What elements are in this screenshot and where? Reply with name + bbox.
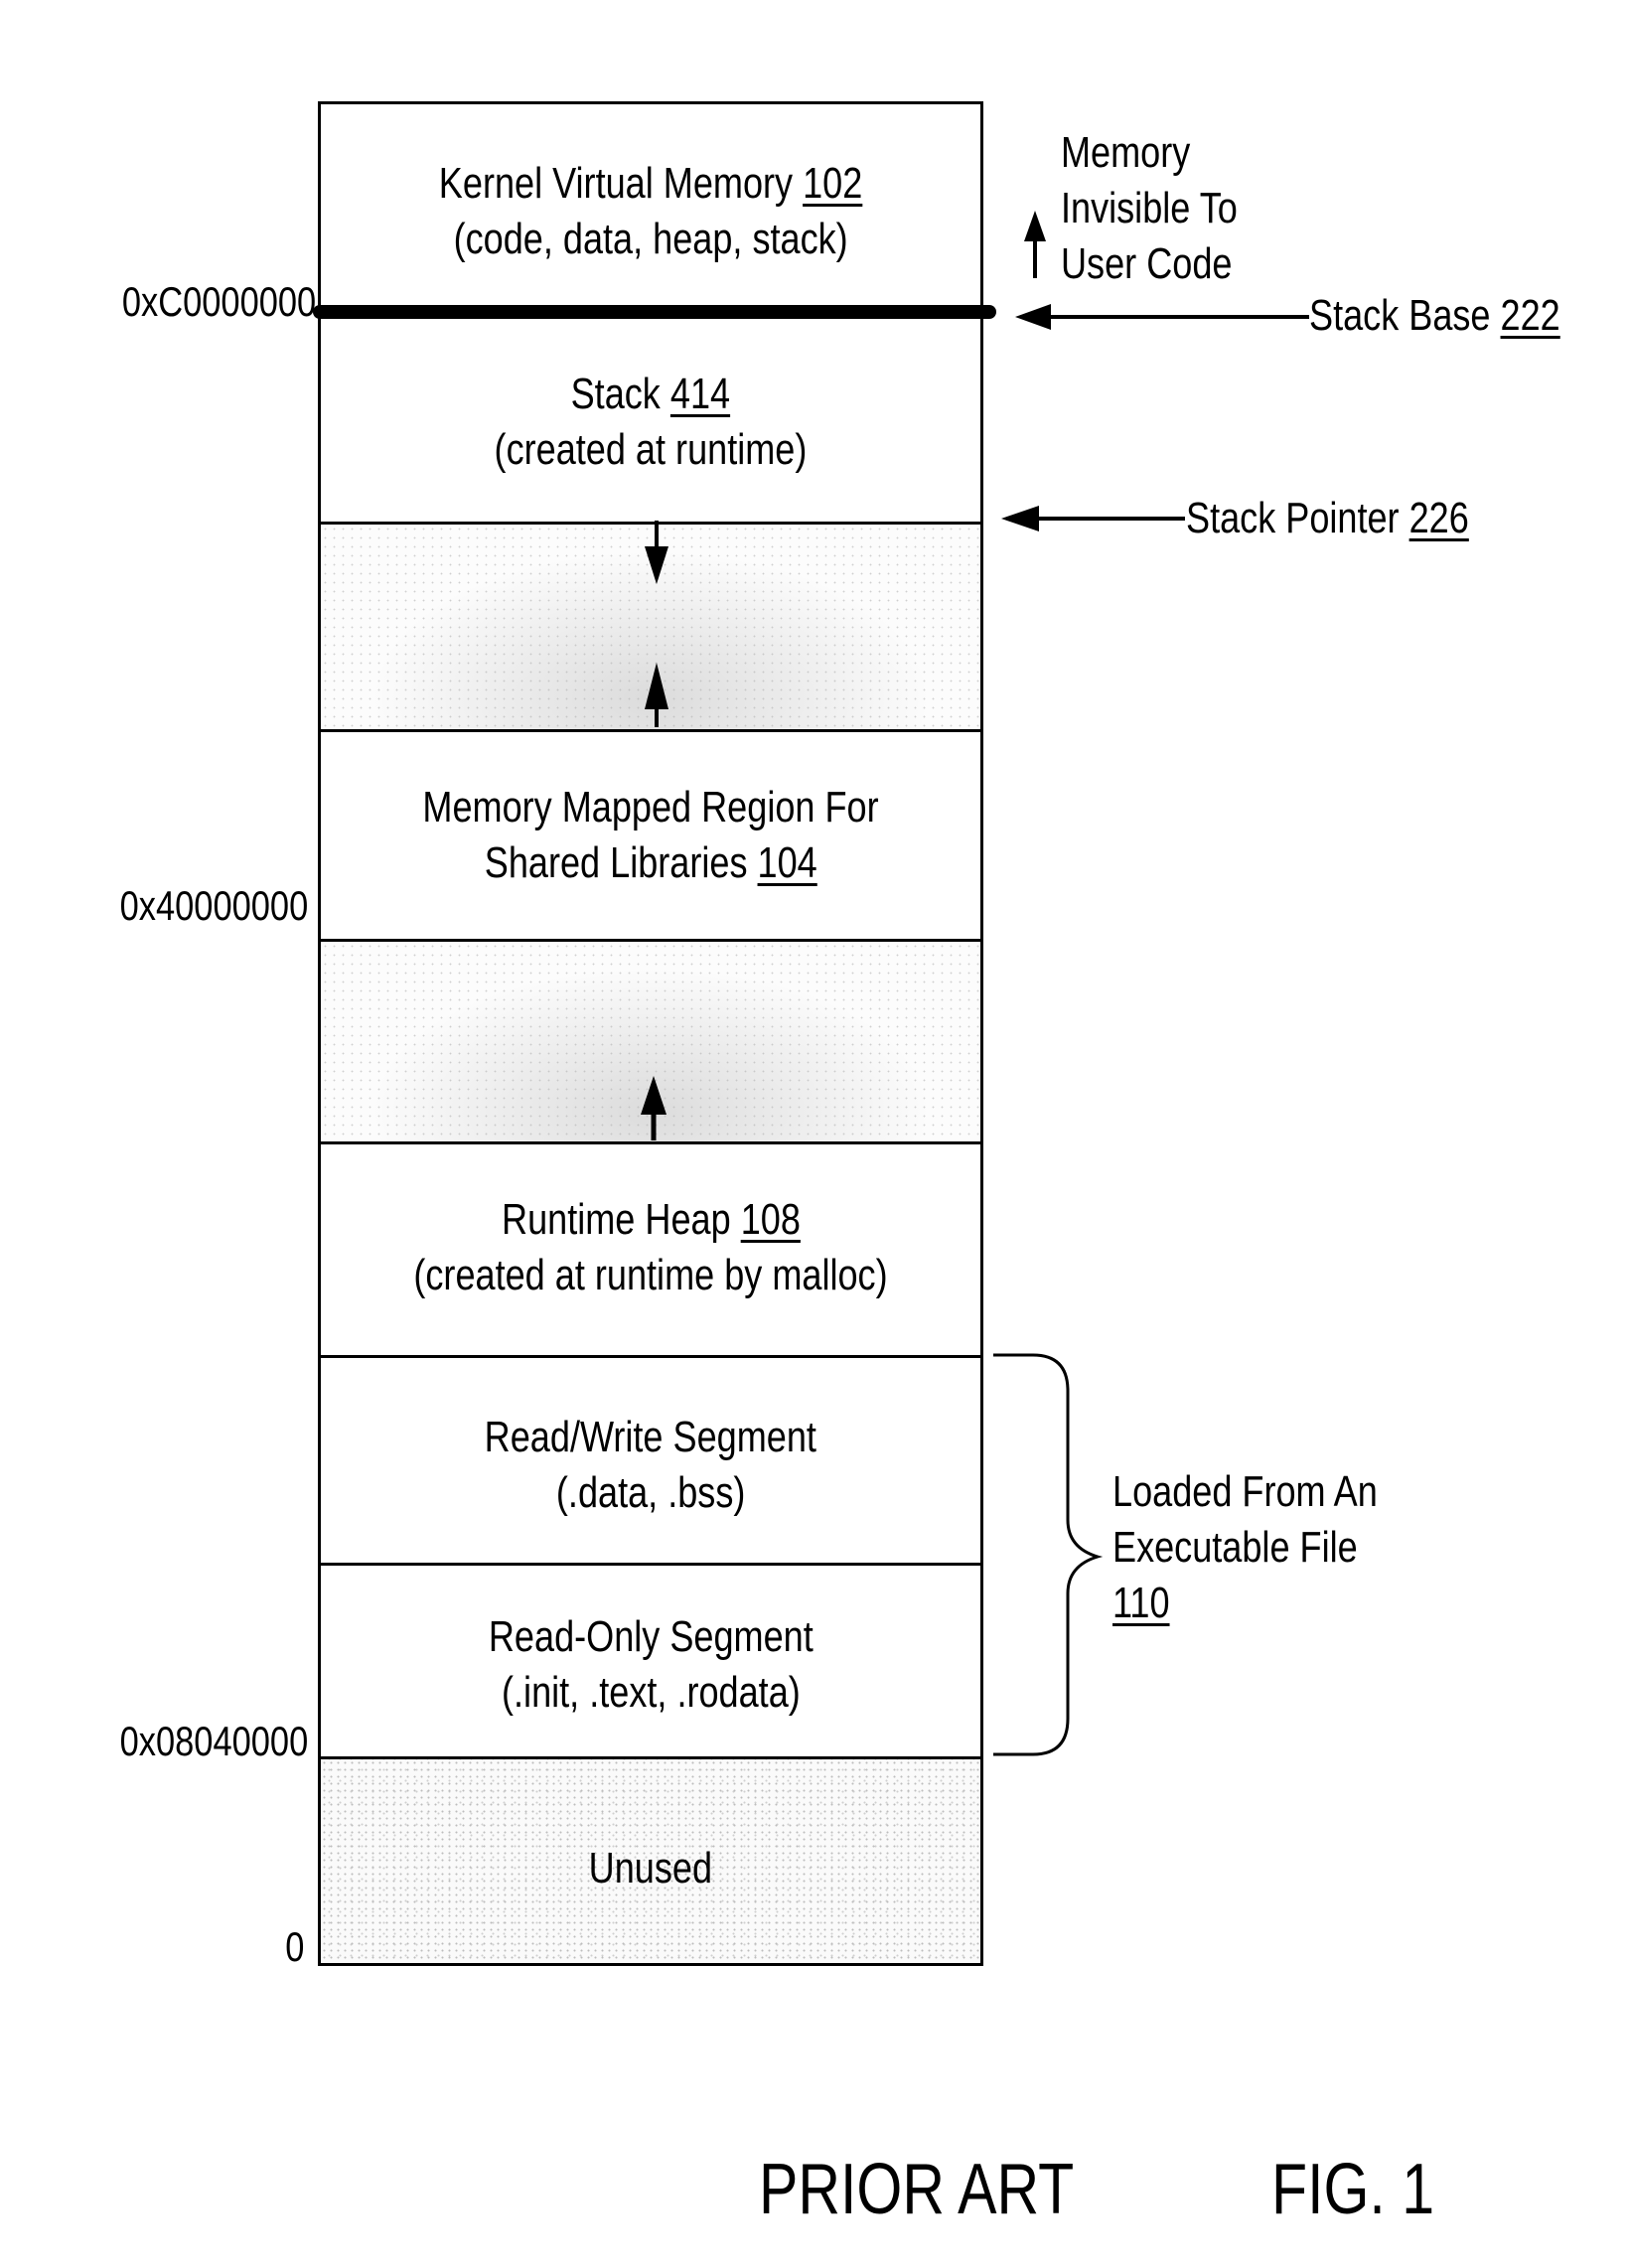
invisible-memory-label: Memory Invisible To User Code xyxy=(1061,128,1238,288)
address-label-08040000: 0x08040000 xyxy=(119,1718,308,1764)
segment-title: Memory Mapped Region For xyxy=(422,783,879,832)
prior-art-label: PRIOR ART xyxy=(759,2150,1075,2229)
segment-kernel-virtual-memory: Kernel Virtual Memory 102 (code, data, h… xyxy=(321,104,980,313)
segment-memory-mapped-region: Memory Mapped Region For Shared Librarie… xyxy=(321,732,980,939)
segment-subtitle: (.init, .text, .rodata) xyxy=(501,1668,801,1717)
address-label-zero: 0 xyxy=(284,1923,304,1970)
segment-unused: Unused xyxy=(321,1759,980,1963)
segment-title: Read/Write Segment xyxy=(484,1413,817,1461)
executable-file-brace-icon xyxy=(993,1353,1104,1756)
segment-subtitle: (created at runtime) xyxy=(494,425,808,474)
segment-subtitle: (created at runtime by malloc) xyxy=(413,1251,888,1299)
stack-pointer-label: Stack Pointer 226 xyxy=(1186,494,1469,542)
segment-subtitle: (.data, .bss) xyxy=(555,1468,746,1517)
figure-number-label: FIG. 1 xyxy=(1271,2150,1435,2229)
segment-stack-growth-gap xyxy=(321,525,980,729)
segment-read-write: Read/Write Segment (.data, .bss) xyxy=(321,1358,980,1563)
segment-stack: Stack 414 (created at runtime) xyxy=(321,319,980,524)
stack-pointer-arrow-icon xyxy=(1001,506,1185,531)
reference-numeral: 222 xyxy=(1500,291,1560,340)
address-label-40000000: 0x40000000 xyxy=(119,882,308,929)
reference-numeral: 414 xyxy=(670,370,731,418)
segment-title: Runtime Heap xyxy=(501,1195,731,1244)
executable-file-label: Loaded From An Executable File 110 xyxy=(1112,1464,1435,1631)
reference-numeral: 102 xyxy=(803,159,863,208)
invisible-memory-up-arrow-icon xyxy=(1024,211,1046,278)
segment-runtime-heap: Runtime Heap 108 (created at runtime by … xyxy=(321,1144,980,1355)
segment-read-only: Read-Only Segment (.init, .text, .rodata… xyxy=(321,1566,980,1756)
segment-title: Kernel Virtual Memory xyxy=(438,159,794,208)
reference-numeral: 226 xyxy=(1408,494,1469,542)
segment-heap-growth-gap xyxy=(321,942,980,1141)
address-label-c0000000: 0xC0000000 xyxy=(121,278,316,325)
reference-numeral: 104 xyxy=(757,838,817,887)
reference-numeral: 110 xyxy=(1112,1579,1170,1627)
segment-title: Read-Only Segment xyxy=(488,1612,814,1661)
memory-map: Kernel Virtual Memory 102 (code, data, h… xyxy=(318,101,983,1966)
stack-base-arrow-icon xyxy=(1015,304,1309,330)
segment-title: Stack xyxy=(570,370,661,418)
segment-title: Unused xyxy=(588,1844,713,1892)
segment-subtitle: Shared Libraries xyxy=(484,838,748,887)
stack-base-label: Stack Base 222 xyxy=(1309,291,1560,340)
segment-subtitle: (code, data, heap, stack) xyxy=(453,215,848,263)
reference-numeral: 108 xyxy=(740,1195,801,1244)
